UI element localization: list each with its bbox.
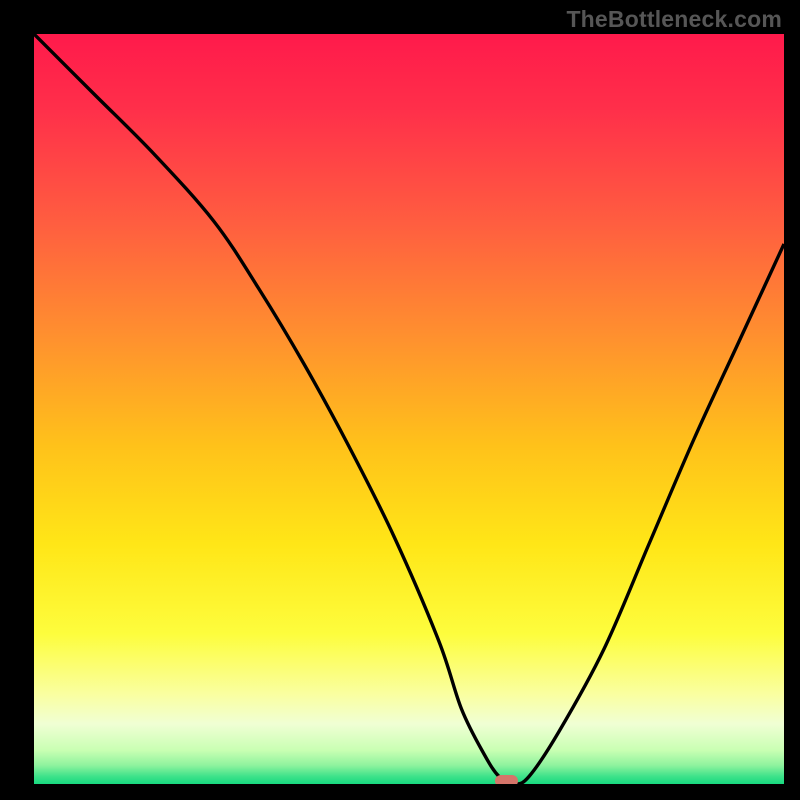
optimal-marker [495, 775, 518, 784]
chart-frame: TheBottleneck.com [0, 0, 800, 800]
watermark-label: TheBottleneck.com [566, 6, 782, 33]
bottleneck-curve [34, 34, 784, 784]
plot-area [34, 34, 784, 784]
